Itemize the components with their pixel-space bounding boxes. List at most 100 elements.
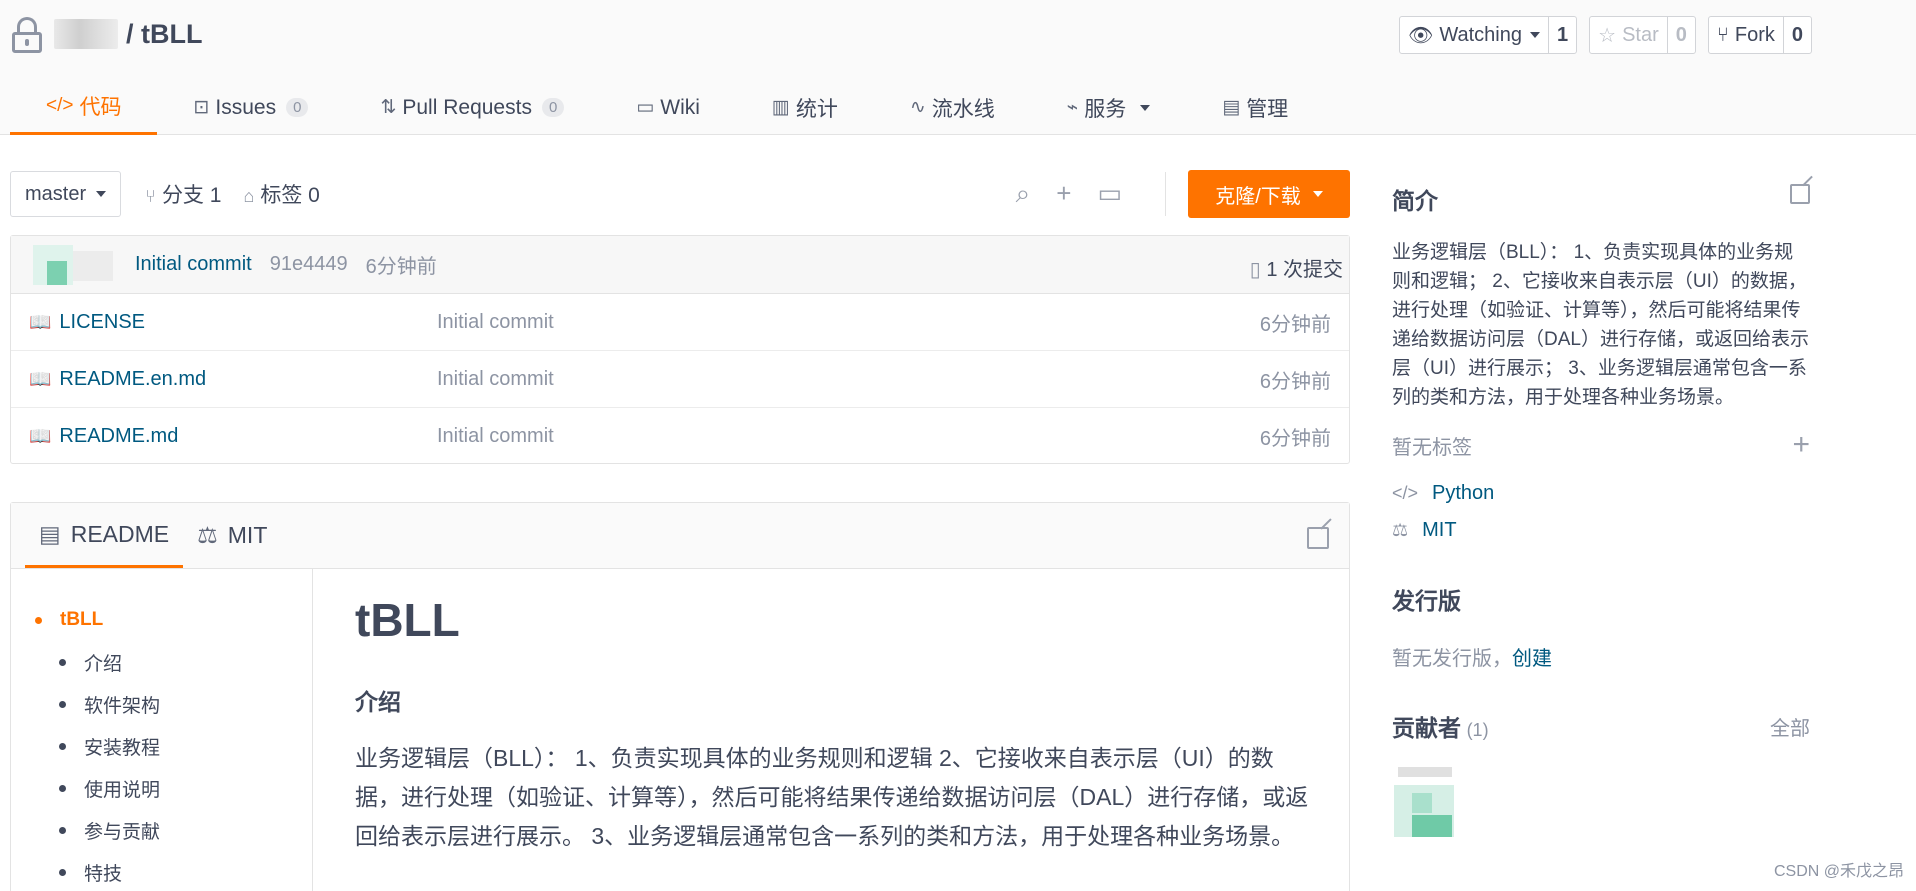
branch-meta: ⑂ 分支 1 ⌂ 标签 0 xyxy=(145,179,320,209)
repo-sidebar: 简介 业务逻辑层（BLL）： 1、负责实现具体的业务规则和逻辑； 2、它接收来自… xyxy=(1392,170,1810,837)
file-row: 📖 README.md Initial commit 6分钟前 xyxy=(11,408,1349,465)
release-title: 发行版 xyxy=(1392,588,1461,614)
tab-readme[interactable]: ▤ README xyxy=(25,503,184,568)
star-button[interactable]: ☆ Star 0 xyxy=(1589,16,1696,54)
document-icon: ▤ xyxy=(39,520,61,547)
tab-manage[interactable]: ▤ 管理 xyxy=(1186,80,1324,135)
commit-sha[interactable]: 91e4449 xyxy=(270,253,348,276)
commits-icon: ▯ xyxy=(1249,259,1261,281)
contributors-header: 贡献者 (1) 全部 xyxy=(1392,709,1810,743)
chevron-down-icon xyxy=(1530,32,1540,38)
scale-icon: ⚖ xyxy=(1392,520,1409,540)
toc-item[interactable]: 软件架构 xyxy=(11,683,312,725)
tab-services[interactable]: ⌁ 服务 xyxy=(1031,80,1186,135)
tab-code[interactable]: </> 代码 xyxy=(10,80,158,135)
pulse-icon: ⌁ xyxy=(1066,97,1079,118)
lock-icon xyxy=(10,15,44,53)
file-list: Initial commit 91e4449 6分钟前 ▯ 1 次提交 📖 LIC… xyxy=(10,235,1350,464)
commit-count-link[interactable]: ▯ 1 次提交 xyxy=(1250,253,1343,282)
readme-toc: tBLL 介绍 软件架构 安装教程 使用说明 参与贡献 特技 xyxy=(11,569,313,891)
toc-item[interactable]: 介绍 xyxy=(11,641,312,683)
all-contributors-link[interactable]: 全部 xyxy=(1770,712,1810,741)
intro-header: 简介 xyxy=(1392,170,1810,224)
no-tags-text: 暂无标签 xyxy=(1392,436,1472,459)
language-link[interactable]: </> Python xyxy=(1392,482,1810,505)
book-icon: ▭ xyxy=(636,97,655,118)
code-icon: </> xyxy=(1392,483,1419,503)
watch-button[interactable]: 👁 Watching 1 xyxy=(1398,16,1578,54)
add-file-icon[interactable]: + xyxy=(1056,178,1071,210)
pipeline-icon: ∿ xyxy=(909,97,926,118)
tab-issues[interactable]: ⊡ Issues 0 xyxy=(157,80,344,135)
web-ide-icon[interactable]: ▭ xyxy=(1097,178,1122,210)
repo-actions: 👁 Watching 1 ☆ Star 0 ⑂ Fork 0 xyxy=(1398,16,1812,54)
contributors-title: 贡献者 xyxy=(1392,715,1461,741)
toc-item[interactable]: 使用说明 xyxy=(11,767,312,809)
clone-download-button[interactable]: 克隆/下载 xyxy=(1188,170,1350,218)
tab-pipeline[interactable]: ∿ 流水线 xyxy=(874,80,1031,135)
license-link[interactable]: ⚖ MIT xyxy=(1392,519,1810,542)
edit-icon[interactable] xyxy=(1307,527,1329,549)
issues-icon: ⊡ xyxy=(193,97,210,118)
star-icon: ☆ xyxy=(1598,24,1617,47)
tags-link[interactable]: ⌂ 标签 0 xyxy=(243,179,319,209)
commit-message[interactable]: Initial commit xyxy=(135,253,252,276)
owner-name-redacted[interactable] xyxy=(54,19,118,49)
chevron-down-icon xyxy=(1312,191,1323,197)
readme-tabs: ▤ README ⚖ MIT xyxy=(11,503,1349,569)
branch-select[interactable]: master xyxy=(10,171,122,217)
file-icon: 📖 xyxy=(29,311,52,332)
divider xyxy=(1165,172,1166,216)
search-icon[interactable]: ⌕ xyxy=(1016,178,1031,210)
file-tools: ⌕ + ▭ xyxy=(1016,178,1122,210)
add-tag-icon[interactable]: + xyxy=(1792,428,1810,462)
repo-name[interactable]: / tBLL xyxy=(126,19,202,50)
repo-title: / tBLL xyxy=(10,12,202,56)
tags-row: 暂无标签 + xyxy=(1392,428,1810,462)
file-link[interactable]: 📖 README.md xyxy=(29,425,437,448)
branches-link[interactable]: ⑂ 分支 1 xyxy=(145,179,221,209)
file-link[interactable]: 📖 LICENSE xyxy=(29,311,437,334)
eye-icon: 👁 xyxy=(1407,24,1434,47)
file-icon: 📖 xyxy=(29,368,52,389)
readme-title: tBLL xyxy=(355,594,460,646)
toc-item[interactable]: 特技 xyxy=(11,851,312,891)
star-count[interactable]: 0 xyxy=(1666,17,1695,53)
chevron-down-icon xyxy=(1140,104,1151,111)
file-time: 6分钟前 xyxy=(1259,313,1331,336)
branch-icon: ⑂ xyxy=(145,186,156,206)
intro-text: 业务逻辑层（BLL）： 1、负责实现具体的业务规则和逻辑； 2、它接收来自表示层… xyxy=(1392,242,1809,408)
readme-section-heading: 介绍 xyxy=(355,689,401,715)
fork-button[interactable]: ⑂ Fork 0 xyxy=(1707,16,1812,54)
file-commit-message[interactable]: Initial commit xyxy=(437,368,554,391)
file-row: 📖 README.en.md Initial commit 6分钟前 xyxy=(11,351,1349,408)
file-link[interactable]: 📖 README.en.md xyxy=(29,368,437,391)
committer-avatar-redacted[interactable] xyxy=(23,243,129,287)
tag-icon: ⌂ xyxy=(243,186,255,206)
edit-icon[interactable] xyxy=(1790,184,1810,204)
toc-item[interactable]: 安装教程 xyxy=(11,725,312,767)
create-release-link[interactable]: 创建 xyxy=(1512,648,1552,670)
bar-chart-icon: ▥ xyxy=(771,97,790,118)
branch-bar: master ⑂ 分支 1 ⌂ 标签 0 ⌕ + ▭ 克隆/下载 xyxy=(10,170,1350,218)
pull-request-icon: ⇅ xyxy=(380,97,397,118)
toc-item[interactable]: tBLL xyxy=(11,599,312,641)
fork-icon: ⑂ xyxy=(1716,23,1729,46)
chevron-down-icon xyxy=(96,191,107,197)
tab-stats[interactable]: ▥ 统计 xyxy=(736,80,874,135)
csdn-watermark: CSDN @禾戊之昂 xyxy=(1773,863,1904,880)
contributor-avatar-redacted[interactable] xyxy=(1392,767,1456,837)
intro-title: 简介 xyxy=(1392,188,1438,214)
tab-wiki[interactable]: ▭ Wiki xyxy=(600,80,736,135)
watch-count[interactable]: 1 xyxy=(1548,17,1576,53)
readme-paragraph: 业务逻辑层（BLL）： 1、负责实现具体的业务规则和逻辑 2、它接收来自表示层（… xyxy=(355,745,1309,849)
toc-item[interactable]: 参与贡献 xyxy=(11,809,312,851)
tab-license[interactable]: ⚖ MIT xyxy=(183,503,281,568)
tab-pull-requests[interactable]: ⇅ Pull Requests 0 xyxy=(344,80,600,135)
readme-panel: ▤ README ⚖ MIT tBLL 介绍 软件架构 安装教程 使用说明 参与贡献… xyxy=(10,502,1350,891)
file-commit-message[interactable]: Initial commit xyxy=(437,425,554,448)
fork-count[interactable]: 0 xyxy=(1782,17,1811,53)
pr-count-badge: 0 xyxy=(541,98,565,117)
commit-time: 6分钟前 xyxy=(365,256,437,278)
file-commit-message[interactable]: Initial commit xyxy=(437,311,554,334)
